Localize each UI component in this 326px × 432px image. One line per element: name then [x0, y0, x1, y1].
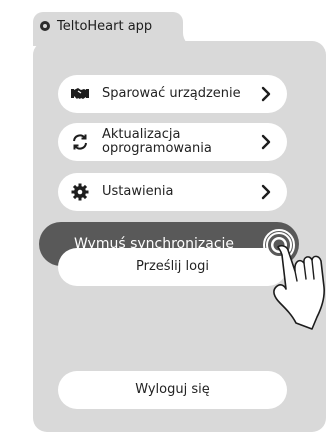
- firmware-update-label: Aktualizacja oprogramowania: [102, 128, 255, 156]
- tap-hand-cursor-icon: [263, 229, 325, 330]
- send-logs-label: Prześlij logi: [136, 259, 209, 274]
- sync-icon: [70, 133, 90, 151]
- handshake-icon: [70, 86, 90, 102]
- logout-button[interactable]: Wyloguj się: [58, 371, 287, 409]
- settings-label: Ustawienia: [102, 184, 174, 199]
- gear-icon: [70, 183, 90, 201]
- firmware-update-button[interactable]: Aktualizacja oprogramowania: [58, 123, 287, 161]
- chevron-right-icon: [255, 86, 277, 102]
- logout-label: Wyloguj się: [135, 382, 210, 397]
- firmware-update-line1: Aktualizacja: [102, 127, 181, 142]
- app-title: TeltoHeart app: [40, 14, 152, 38]
- app-logo-icon: [40, 21, 50, 31]
- settings-button[interactable]: Ustawienia: [58, 173, 287, 211]
- pair-device-button[interactable]: Sparować urządzenie: [58, 75, 287, 113]
- app-title-text: TeltoHeart app: [57, 18, 153, 34]
- pair-device-label: Sparować urządzenie: [102, 86, 241, 101]
- chevron-right-icon: [255, 184, 277, 200]
- chevron-right-icon: [255, 134, 277, 150]
- firmware-update-line2: oprogramowania: [102, 141, 212, 156]
- send-logs-button[interactable]: Prześlij logi: [58, 248, 287, 286]
